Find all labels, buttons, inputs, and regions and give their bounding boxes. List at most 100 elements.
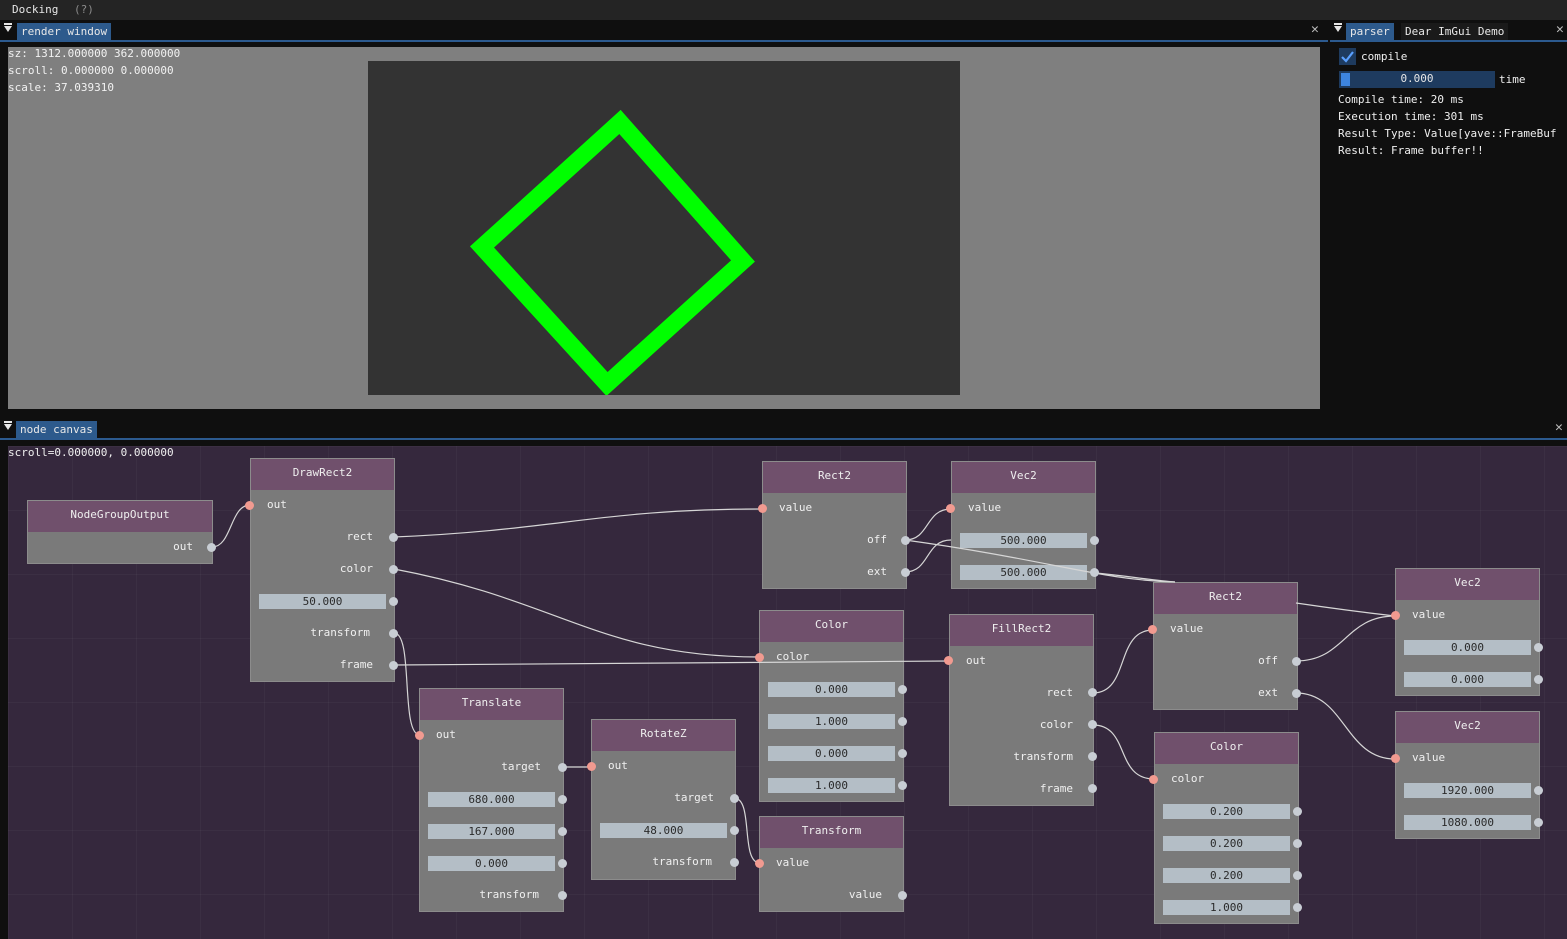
node-color[interactable]: Color color 0.000 1.000 0.000 1.000 [759,610,904,802]
pin-out[interactable] [730,858,739,867]
menu-help[interactable]: (?) [74,3,94,16]
tab-menu-icon[interactable] [4,23,12,32]
close-icon[interactable]: ✕ [1311,23,1319,37]
pin-out[interactable] [389,629,398,638]
pin-out[interactable] [1088,720,1097,729]
node-rect2[interactable]: Rect2 value off ext [762,461,907,589]
pin-out[interactable] [898,685,907,694]
value-field[interactable]: 0.000 [768,682,895,697]
pin-out[interactable] [1088,784,1097,793]
pin-in[interactable] [415,731,424,740]
node-vec2[interactable]: Vec2 value 500.000 500.000 [951,461,1096,589]
value-field[interactable]: 0.000 [1404,640,1531,655]
compile-time: Compile time: 20 ms [1338,93,1464,106]
close-icon[interactable]: ✕ [1555,421,1563,435]
pin-out[interactable] [898,781,907,790]
value-field[interactable]: 0.000 [768,746,895,761]
close-icon[interactable]: ✕ [1556,23,1564,37]
node-rect2[interactable]: Rect2 value off ext [1153,582,1298,710]
node-rotatez[interactable]: RotateZ out target 48.000 transform [591,719,736,880]
value-field[interactable]: 1.000 [1163,900,1290,915]
pin-out[interactable] [389,533,398,542]
pin-out[interactable] [730,794,739,803]
pin-label-color: color [776,650,810,663]
value-field[interactable]: 0.200 [1163,804,1290,819]
tab-menu-icon[interactable] [1334,23,1342,32]
pin-out[interactable] [1293,807,1302,816]
pin-out[interactable] [898,891,907,900]
pin-out[interactable] [389,597,398,606]
node-vec2[interactable]: Vec2 value 1920.000 1080.000 [1395,711,1540,839]
pin-out[interactable] [1090,536,1099,545]
pin-in[interactable] [245,501,254,510]
tab-imgui-demo[interactable]: Dear ImGui Demo [1401,23,1509,40]
node-translate[interactable]: Translate out target 680.000 167.000 0.0… [419,688,564,912]
node-transform[interactable]: Transform value value [759,816,904,912]
pin-out[interactable] [1088,752,1097,761]
pin-in[interactable] [1391,611,1400,620]
pin-out[interactable] [558,827,567,836]
pin-out[interactable] [558,859,567,868]
tab-node-canvas[interactable]: node canvas [16,421,97,438]
value-field[interactable]: 50.000 [259,594,386,609]
value-field[interactable]: 680.000 [428,792,555,807]
node-drawrect2[interactable]: DrawRect2 out rect color 50.000 transfor… [250,458,395,682]
pin-in[interactable] [1149,775,1158,784]
pin-label-transform: transform [1013,750,1073,763]
value-field[interactable]: 1.000 [768,778,895,793]
pin-in[interactable] [758,504,767,513]
pin-out[interactable] [898,749,907,758]
pin-out[interactable] [558,795,567,804]
pin-out[interactable] [207,543,216,552]
pin-in[interactable] [1391,754,1400,763]
value-field[interactable]: 167.000 [428,824,555,839]
info-scale: scale: 37.039310 [8,81,114,94]
pin-out[interactable] [1534,786,1543,795]
tab-parser[interactable]: parser [1346,23,1394,40]
pin-out[interactable] [898,717,907,726]
node-color[interactable]: Color color 0.200 0.200 0.200 1.000 [1154,732,1299,924]
node-fillrect2[interactable]: FillRect2 out rect color transform frame [949,614,1094,806]
compile-checkbox[interactable] [1339,48,1356,65]
node-nodegroupoutput[interactable]: NodeGroupOutput out [27,500,213,564]
pin-label-transform: transform [652,855,712,868]
value-field[interactable]: 500.000 [960,533,1087,548]
value-field[interactable]: 500.000 [960,565,1087,580]
node-vec2[interactable]: Vec2 value 0.000 0.000 [1395,568,1540,696]
tab-menu-icon[interactable] [4,421,12,430]
menu-docking[interactable]: Docking [12,3,58,16]
pin-in[interactable] [944,656,953,665]
pin-out[interactable] [730,826,739,835]
value-field[interactable]: 1.000 [768,714,895,729]
value-field[interactable]: 1920.000 [1404,783,1531,798]
pin-out[interactable] [1293,871,1302,880]
pin-in[interactable] [946,504,955,513]
pin-out[interactable] [1534,675,1543,684]
time-slider[interactable]: 0.000 [1339,71,1495,88]
value-field[interactable]: 0.200 [1163,868,1290,883]
value-field[interactable]: 1080.000 [1404,815,1531,830]
pin-out[interactable] [1534,818,1543,827]
pin-in[interactable] [755,653,764,662]
pin-in[interactable] [1148,625,1157,634]
pin-out[interactable] [901,568,910,577]
pin-in[interactable] [755,859,764,868]
pin-out[interactable] [389,661,398,670]
value-field[interactable]: 0.200 [1163,836,1290,851]
pin-out[interactable] [389,565,398,574]
pin-out[interactable] [1090,568,1099,577]
value-field[interactable]: 0.000 [1404,672,1531,687]
pin-out[interactable] [1293,903,1302,912]
pin-in[interactable] [587,762,596,771]
pin-out[interactable] [901,536,910,545]
pin-out[interactable] [558,763,567,772]
pin-out[interactable] [1293,839,1302,848]
pin-out[interactable] [1292,657,1301,666]
value-field[interactable]: 0.000 [428,856,555,871]
value-field[interactable]: 48.000 [600,823,727,838]
pin-out[interactable] [1088,688,1097,697]
tab-render-window[interactable]: render window [17,23,112,40]
pin-out[interactable] [1534,643,1543,652]
pin-out[interactable] [558,891,567,900]
pin-out[interactable] [1292,689,1301,698]
